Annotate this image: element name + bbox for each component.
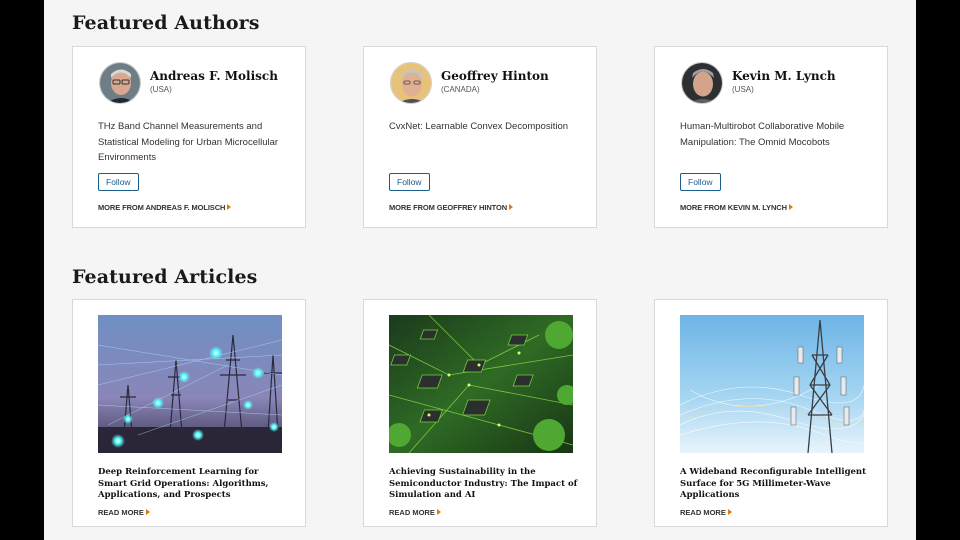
author-paper-title[interactable]: THz Band Channel Measurements and Statis… (98, 119, 288, 166)
cell-tower-signal-image[interactable] (680, 315, 864, 453)
chevron-right-icon (509, 204, 514, 210)
follow-button[interactable]: Follow (389, 173, 430, 191)
read-more-link[interactable]: READ MORE (680, 508, 732, 517)
chevron-right-icon (436, 509, 441, 515)
power-grid-network-image[interactable] (98, 315, 282, 453)
author-name[interactable]: Geoffrey Hinton (441, 69, 549, 83)
read-more-label: READ MORE (680, 508, 726, 517)
read-more-label: READ MORE (98, 508, 144, 517)
article-title[interactable]: Deep Reinforcement Learning for Smart Gr… (98, 467, 288, 502)
more-from-author-label: MORE FROM GEOFFREY HINTON (389, 203, 508, 212)
author-country: (USA) (150, 85, 172, 94)
author-card-hinton: Geoffrey Hinton (CANADA) CvxNet: Learnab… (363, 46, 597, 228)
author-paper-title[interactable]: Human-Multirobot Collaborative Mobile Ma… (680, 119, 870, 150)
author-avatar[interactable] (681, 62, 723, 104)
author-avatar[interactable] (390, 62, 432, 104)
more-from-author-label: MORE FROM KEVIN M. LYNCH (680, 203, 787, 212)
more-from-author-label: MORE FROM ANDREAS F. MOLISCH (98, 203, 226, 212)
article-title[interactable]: A Wideband Reconfigurable Intelligent Su… (680, 467, 870, 502)
author-avatar[interactable] (99, 62, 141, 104)
author-paper-title[interactable]: CvxNet: Learnable Convex Decomposition (389, 119, 579, 135)
read-more-link[interactable]: READ MORE (389, 508, 441, 517)
chevron-right-icon (145, 509, 150, 515)
chevron-right-icon (788, 204, 793, 210)
page-content: Featured Authors Andreas F. Molisch (USA… (44, 0, 916, 540)
author-country: (USA) (732, 85, 754, 94)
author-card-molisch: Andreas F. Molisch (USA) THz Band Channe… (72, 46, 306, 228)
author-card-lynch: Kevin M. Lynch (USA) Human-Multirobot Co… (654, 46, 888, 228)
follow-button[interactable]: Follow (98, 173, 139, 191)
author-name[interactable]: Andreas F. Molisch (150, 69, 278, 83)
author-name[interactable]: Kevin M. Lynch (732, 69, 836, 83)
green-circuit-board-image[interactable] (389, 315, 573, 453)
chevron-right-icon (227, 204, 232, 210)
article-card: Deep Reinforcement Learning for Smart Gr… (72, 299, 306, 527)
read-more-link[interactable]: READ MORE (98, 508, 150, 517)
featured-articles-heading: Featured Articles (72, 266, 258, 288)
more-from-author-link[interactable]: MORE FROM KEVIN M. LYNCH (680, 203, 793, 212)
article-title[interactable]: Achieving Sustainability in the Semicond… (389, 467, 579, 502)
chevron-right-icon (727, 509, 732, 515)
featured-authors-heading: Featured Authors (72, 12, 260, 34)
more-from-author-link[interactable]: MORE FROM GEOFFREY HINTON (389, 203, 514, 212)
author-country: (CANADA) (441, 85, 480, 94)
article-card: A Wideband Reconfigurable Intelligent Su… (654, 299, 888, 527)
read-more-label: READ MORE (389, 508, 435, 517)
article-card: Achieving Sustainability in the Semicond… (363, 299, 597, 527)
more-from-author-link[interactable]: MORE FROM ANDREAS F. MOLISCH (98, 203, 232, 212)
follow-button[interactable]: Follow (680, 173, 721, 191)
